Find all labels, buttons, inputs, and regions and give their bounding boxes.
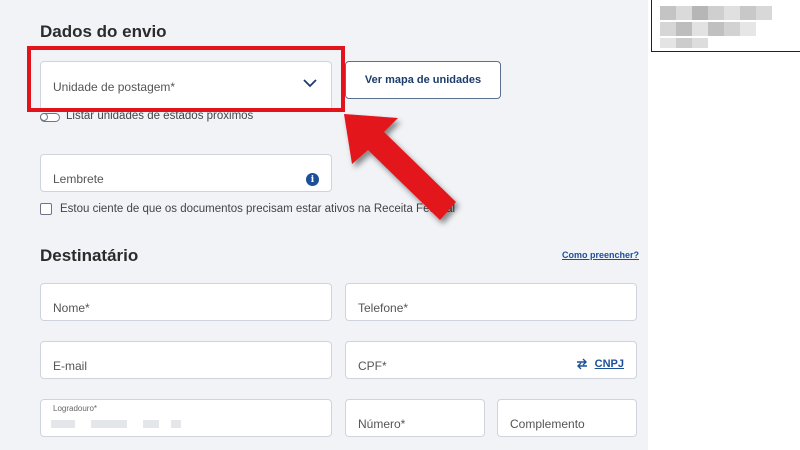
blurred-value [51,420,75,428]
red-arrow-icon [344,114,456,220]
blurred-thumbnail [651,0,800,52]
annotation-highlight-box [27,46,345,112]
view-units-map-button[interactable]: Ver mapa de unidades [345,61,501,99]
complement-input[interactable]: Complemento [497,399,637,437]
number-input-label: Número* [358,417,406,431]
documents-active-checkbox[interactable] [40,203,52,215]
email-input-label: E-mail [53,359,88,373]
phone-input[interactable]: Telefone* [345,283,637,321]
phone-input-label: Telefone* [358,301,409,315]
blurred-value [143,420,159,428]
cpf-input-label: CPF* [358,359,387,373]
reminder-input-label: Lembrete [53,172,104,186]
cpf-input[interactable]: CPF* CNPJ [345,341,637,379]
blurred-value [91,420,127,428]
how-to-fill-link[interactable]: Como preencher? [562,250,639,260]
nearby-states-toggle[interactable] [40,113,60,122]
blurred-value [171,420,181,428]
side-panel [648,0,800,450]
info-icon[interactable]: i [306,173,319,186]
email-input[interactable]: E-mail [40,341,332,379]
switch-to-cnpj-button[interactable]: CNPJ [575,358,624,370]
name-input-label: Nome* [53,301,90,315]
complement-input-label: Complemento [510,417,585,431]
street-input[interactable]: Logradouro* [40,399,332,437]
cnpj-label: CNPJ [594,358,624,370]
number-input[interactable]: Número* [345,399,485,437]
reminder-input[interactable]: Lembrete i [40,154,332,192]
shipping-section-title: Dados do envio [40,22,167,41]
street-input-label: Logradouro* [53,404,98,413]
recipient-section-title: Destinatário [40,246,139,265]
swap-arrows-icon [576,358,587,370]
name-input[interactable]: Nome* [40,283,332,321]
